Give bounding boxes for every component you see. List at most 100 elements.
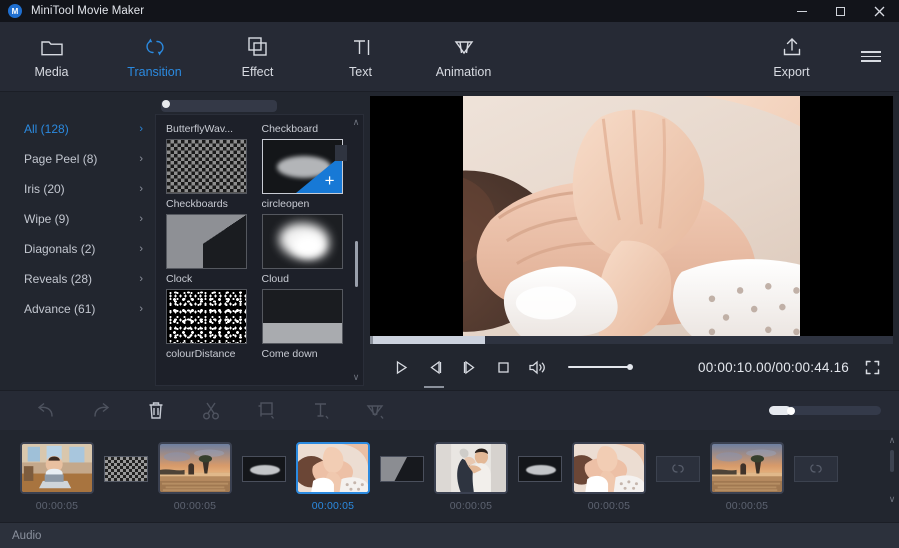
tab-media[interactable]: Media [0, 22, 103, 92]
transition-item-comedown[interactable]: Come down [261, 289, 347, 364]
clip-thumbnail[interactable] [158, 442, 232, 494]
timeline-clip[interactable]: 00:00:05 [18, 442, 96, 512]
tab-animation[interactable]: Animation [412, 22, 515, 92]
transition-slot-thumbnail[interactable] [242, 456, 286, 482]
transition-slot-empty[interactable] [786, 442, 846, 482]
scroll-down-icon[interactable]: ∨ [353, 373, 360, 382]
text-button[interactable] [293, 391, 348, 431]
volume-button[interactable] [520, 350, 554, 384]
transition-item-checkboards[interactable]: Checkboards [166, 139, 251, 214]
transition-item-cloud[interactable]: Cloud [261, 214, 347, 289]
volume-handle[interactable] [627, 364, 633, 370]
timeline-scrollbar[interactable]: ∧ ∨ [885, 430, 899, 522]
category-advance-label: Advance (61) [24, 302, 96, 316]
transition-thumbnail[interactable] [261, 289, 343, 344]
clip-thumbnail[interactable] [434, 442, 508, 494]
timeline-clip[interactable]: 00:00:05 [432, 442, 510, 512]
transition-slot[interactable] [510, 442, 570, 482]
volume-slider[interactable] [568, 362, 633, 372]
transition-slot[interactable] [372, 442, 432, 482]
tab-transition[interactable]: Transition [103, 22, 206, 92]
plus-icon[interactable]: + [325, 172, 335, 189]
clip-duration: 00:00:05 [587, 500, 631, 512]
timeline-scroll-track[interactable] [890, 450, 894, 490]
clip-thumbnail[interactable] [20, 442, 94, 494]
category-advance[interactable]: Advance (61) › [0, 294, 155, 324]
video-preview[interactable] [370, 96, 893, 336]
beach-sunset-thumb [160, 444, 230, 492]
transition-slot-empty[interactable] [648, 442, 708, 482]
transition-item-circleopen[interactable]: + circleopen [261, 139, 347, 214]
transition-slot-thumbnail[interactable] [104, 456, 148, 482]
play-button[interactable] [384, 350, 418, 384]
stop-button[interactable] [486, 350, 520, 384]
transition-slot[interactable] [234, 442, 294, 482]
transition-slot-thumbnail[interactable] [380, 456, 424, 482]
tab-effect[interactable]: Effect [206, 22, 309, 92]
transition-grid-wrapper: ButterflyWav... Checkboard Checkboards +… [155, 98, 370, 386]
transition-slot-placeholder[interactable] [794, 456, 838, 482]
library-scrollbar[interactable]: ∧ ∨ [349, 115, 363, 385]
clip-thumbnail[interactable] [710, 442, 784, 494]
category-page-peel[interactable]: Page Peel (8) › [0, 144, 155, 174]
audio-track[interactable]: Audio [0, 522, 899, 548]
body: All (128) › Page Peel (8) › Iris (20) › … [0, 92, 899, 390]
zoom-handle[interactable] [787, 406, 795, 415]
scroll-down-icon[interactable]: ∨ [889, 495, 896, 504]
timeline-clip-selected[interactable]: 00:00:05 [294, 442, 372, 512]
transition-slot[interactable] [96, 442, 156, 482]
next-frame-button[interactable] [452, 350, 486, 384]
undo-button[interactable] [18, 391, 73, 431]
category-all[interactable]: All (128) › [0, 114, 155, 144]
transition-name: Checkboard [261, 123, 319, 135]
timeline-zoom-slider[interactable] [769, 406, 881, 415]
category-iris-label: Iris (20) [24, 182, 65, 196]
delete-button[interactable] [128, 391, 183, 431]
hamburger-menu-icon[interactable] [843, 22, 899, 92]
fullscreen-icon[interactable] [859, 354, 885, 380]
playback-progress-bar[interactable] [370, 336, 893, 344]
close-icon[interactable] [859, 0, 899, 22]
clip-thumbnail[interactable] [572, 442, 646, 494]
library-pager-track[interactable] [161, 99, 277, 112]
library-scroll-track[interactable] [354, 133, 358, 367]
library-pager-handle[interactable] [162, 99, 170, 108]
category-reveals[interactable]: Reveals (28) › [0, 264, 155, 294]
scroll-up-icon[interactable]: ∧ [353, 118, 360, 127]
transition-slot-thumbnail[interactable] [518, 456, 562, 482]
transition-thumbnail[interactable] [166, 289, 247, 344]
clip-thumbnail[interactable] [296, 442, 370, 494]
tab-effect-label: Effect [241, 64, 274, 79]
tab-text[interactable]: Text [309, 22, 412, 92]
category-iris[interactable]: Iris (20) › [0, 174, 155, 204]
split-button[interactable] [183, 391, 238, 431]
transition-item-colourdistance[interactable]: colourDistance [166, 289, 251, 364]
clip-duration: 00:00:05 [449, 500, 493, 512]
effect-button[interactable] [348, 391, 403, 431]
chevron-right-icon: › [139, 153, 143, 165]
transition-slot-placeholder[interactable] [656, 456, 700, 482]
transition-thumbnail[interactable]: + [261, 139, 343, 194]
tab-export[interactable]: Export [740, 22, 843, 92]
transition-thumbnail[interactable] [166, 214, 247, 269]
category-diagonals[interactable]: Diagonals (2) › [0, 234, 155, 264]
previous-frame-button[interactable] [418, 350, 452, 384]
timeline-scroll-thumb[interactable] [890, 450, 894, 472]
transition-item-clock[interactable]: Clock [166, 214, 251, 289]
timeline-clip[interactable]: 00:00:05 [570, 442, 648, 512]
transition-thumbnail[interactable] [166, 139, 247, 194]
progress-handle[interactable] [370, 336, 373, 344]
minimize-icon[interactable] [783, 0, 821, 22]
timeline-clip[interactable]: 00:00:05 [156, 442, 234, 512]
transition-thumbnail[interactable] [261, 214, 343, 269]
category-wipe[interactable]: Wipe (9) › [0, 204, 155, 234]
library-pager[interactable] [155, 98, 364, 114]
timeline-clip[interactable]: 00:00:05 [708, 442, 786, 512]
transition-name: circleopen [261, 198, 310, 210]
maximize-icon[interactable] [821, 0, 859, 22]
redo-button[interactable] [73, 391, 128, 431]
scroll-up-icon[interactable]: ∧ [889, 436, 896, 445]
crop-button[interactable] [238, 391, 293, 431]
volume-track[interactable] [568, 365, 632, 369]
library-scroll-thumb[interactable] [354, 240, 358, 287]
